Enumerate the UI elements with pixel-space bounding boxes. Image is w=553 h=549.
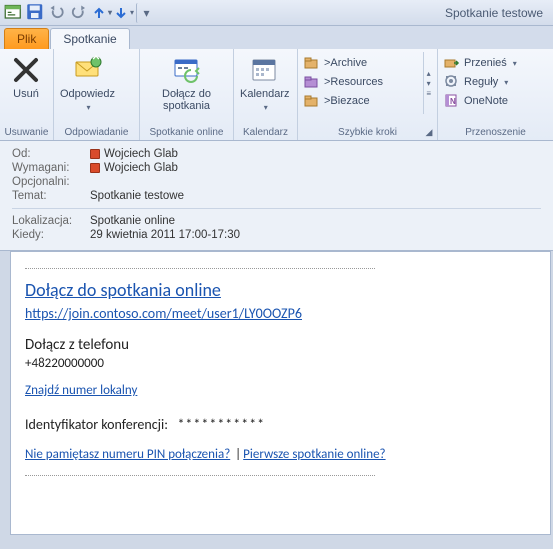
group-delete-label: Usuwanie xyxy=(4,126,49,140)
respond-label: Odpowiedz xyxy=(60,88,115,100)
separator xyxy=(25,475,375,476)
title-bar: ▾ ▾ ▾ Spotkanie testowe xyxy=(0,0,553,26)
chevron-down-icon: ▾ xyxy=(87,102,91,114)
previous-item-icon[interactable]: ▾ xyxy=(92,3,112,23)
join-online-label: Dołącz do spotkania xyxy=(146,88,227,112)
group-move-label: Przenoszenie xyxy=(442,126,549,140)
calendar-button[interactable]: Kalendarz ▾ xyxy=(238,52,292,114)
save-icon[interactable] xyxy=(26,3,46,23)
subject-value: Spotkanie testowe xyxy=(90,190,184,202)
subject-label: Temat: xyxy=(12,190,90,202)
presence-icon xyxy=(90,149,100,159)
move-button[interactable]: Przenieś▾ xyxy=(442,54,519,72)
calendar-label: Kalendarz xyxy=(240,88,290,100)
app-menu-icon[interactable] xyxy=(4,3,24,23)
group-respond: Odpowiedz ▾ Odpowiadanie xyxy=(54,49,140,140)
join-meeting-url[interactable]: https://join.contoso.com/meet/user1/LY0O… xyxy=(25,305,302,322)
quickstep-label: >Biezace xyxy=(324,95,370,107)
group-quicksteps: >Archive >Resources >Biezace ▴ ▾ ≡ Szybk… xyxy=(298,49,438,140)
ribbon-tabs: Plik Spotkanie xyxy=(0,26,553,49)
group-online-label: Spotkanie online xyxy=(144,126,229,140)
group-move: Przenieś▾ Reguły▾ N OneNote Przenoszenie xyxy=(438,49,553,140)
svg-text:N: N xyxy=(450,97,456,106)
tab-file[interactable]: Plik xyxy=(4,28,49,49)
conference-id-label: Identyfikator konferencji: xyxy=(25,416,168,433)
onenote-button[interactable]: N OneNote xyxy=(442,92,519,110)
window-title: Spotkanie testowe xyxy=(158,6,549,20)
message-headers: Od: Wojciech Glab Wymagani: Wojciech Gla… xyxy=(0,141,553,251)
quicksteps-scroll-up[interactable]: ▴ xyxy=(426,69,431,78)
rules-label: Reguły xyxy=(464,76,498,88)
undo-icon[interactable] xyxy=(48,3,68,23)
delete-label: Usuń xyxy=(13,88,39,100)
required-label: Wymagani: xyxy=(12,162,90,174)
presence-icon xyxy=(90,163,100,173)
quickstep-label: >Resources xyxy=(324,76,383,88)
quickstep-archive[interactable]: >Archive xyxy=(302,54,419,72)
when-label: Kiedy: xyxy=(12,229,90,241)
group-quicksteps-label: Szybkie kroki xyxy=(302,126,433,140)
separator xyxy=(25,268,375,269)
qat-customize-icon[interactable]: ▾ xyxy=(136,3,156,23)
rules-button[interactable]: Reguły▾ xyxy=(442,73,519,91)
next-item-icon[interactable]: ▾ xyxy=(114,3,134,23)
chevron-down-icon: ▾ xyxy=(264,102,268,114)
group-delete: Usuń Usuwanie xyxy=(0,49,54,140)
ribbon: Usuń Usuwanie Odpowiedz ▾ Odpowiadanie D… xyxy=(0,49,553,141)
group-online-meeting: Dołącz do spotkania Spotkanie online xyxy=(140,49,234,140)
required-value: Wojciech Glab xyxy=(104,162,178,174)
forgot-pin-link[interactable]: Nie pamiętasz numeru PIN połączenia? xyxy=(25,447,230,462)
group-calendar: Kalendarz ▾ Kalendarz xyxy=(234,49,298,140)
message-body: Dołącz do spotkania online https://join.… xyxy=(10,251,551,535)
join-meeting-link[interactable]: Dołącz do spotkania online xyxy=(25,279,221,301)
group-calendar-label: Kalendarz xyxy=(238,126,293,140)
quicksteps-scroll-down[interactable]: ▾ xyxy=(426,79,431,88)
move-label: Przenieś xyxy=(464,57,507,69)
respond-button[interactable]: Odpowiedz ▾ xyxy=(58,52,117,114)
tab-meeting[interactable]: Spotkanie xyxy=(50,28,129,49)
redo-icon[interactable] xyxy=(70,3,90,23)
dialog-launcher-icon[interactable]: ◢ xyxy=(423,126,435,138)
location-value: Spotkanie online xyxy=(90,215,175,227)
phone-heading: Dołącz z telefonu xyxy=(25,336,536,354)
when-value: 29 kwietnia 2011 17:00-17:30 xyxy=(90,229,240,241)
from-value: Wojciech Glab xyxy=(104,148,178,160)
quickstep-resources[interactable]: >Resources xyxy=(302,73,419,91)
conference-id-value: *********** xyxy=(177,416,265,433)
delete-button[interactable]: Usuń xyxy=(4,52,48,100)
location-label: Lokalizacja: xyxy=(12,215,90,227)
find-local-number-link[interactable]: Znajdź numer lokalny xyxy=(25,383,137,398)
link-separator: | xyxy=(235,447,241,462)
optional-label: Opcjonalni: xyxy=(12,176,90,188)
quickstep-label: >Archive xyxy=(324,57,367,69)
join-online-button[interactable]: Dołącz do spotkania xyxy=(144,52,229,112)
group-respond-label: Odpowiadanie xyxy=(58,126,135,140)
first-meeting-link[interactable]: Pierwsze spotkanie online? xyxy=(243,447,385,462)
onenote-label: OneNote xyxy=(464,95,508,107)
quicksteps-expand[interactable]: ≡ xyxy=(426,89,431,98)
phone-number: +48220000000 xyxy=(25,356,536,371)
from-label: Od: xyxy=(12,148,90,160)
quickstep-biezace[interactable]: >Biezace xyxy=(302,92,419,110)
